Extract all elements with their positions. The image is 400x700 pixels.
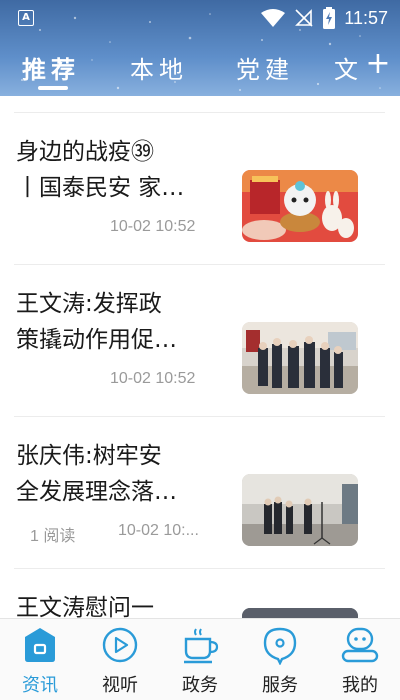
article-reads: 1 阅读 bbox=[30, 528, 76, 545]
article-item[interactable]: 身边的战疫㊴ 丨国泰民安 家… 10-02 10:52 bbox=[0, 112, 400, 262]
nav-services[interactable]: 服务 bbox=[240, 619, 320, 700]
nav-label: 资讯 bbox=[22, 675, 58, 696]
profile-robot-icon bbox=[341, 627, 379, 663]
article-item[interactable]: 张庆伟:树牢安 全发展理念落… 1 阅读 10-02 10:... bbox=[0, 416, 400, 566]
nav-government[interactable]: 政务 bbox=[160, 619, 240, 700]
channel-tabs: 推荐 本地 党建 文 + bbox=[0, 46, 400, 90]
service-bubble-icon bbox=[263, 627, 297, 665]
news-home-icon bbox=[25, 628, 55, 662]
cup-icon bbox=[184, 628, 219, 664]
status-time: 11:57 bbox=[344, 7, 388, 28]
article-title: 王文涛慰问一 bbox=[16, 595, 154, 618]
header: A 11:57 推荐 本地 党建 文 + bbox=[0, 0, 400, 96]
nav-video[interactable]: 视听 bbox=[80, 619, 160, 700]
article-thumbnail bbox=[242, 474, 358, 546]
nav-label: 政务 bbox=[182, 675, 218, 696]
news-feed[interactable]: 身边的战疫㊴ 丨国泰民安 家… 10-02 10:52 王文涛:发挥政 策撬动作… bbox=[0, 96, 400, 618]
tab-local[interactable]: 本地 bbox=[130, 50, 188, 85]
article-thumbnail bbox=[242, 608, 358, 618]
article-date: 10-02 10:52 bbox=[110, 218, 196, 235]
bottom-navigation: 资讯 视听 政务 服务 我的 bbox=[0, 618, 400, 700]
add-channel-button[interactable]: + bbox=[364, 46, 392, 82]
active-tab-indicator bbox=[38, 86, 68, 90]
app-screen: A 11:57 推荐 本地 党建 文 + 身边的战疫㊴ 丨国泰民安 家… 10-… bbox=[0, 0, 400, 700]
article-title: 张庆伟:树牢安 全发展理念落… bbox=[16, 443, 177, 505]
article-date: 10-02 10:52 bbox=[110, 370, 196, 387]
article-item[interactable]: 王文涛慰问一 bbox=[0, 568, 400, 618]
battery-charging-icon bbox=[323, 7, 336, 29]
article-thumbnail bbox=[242, 322, 358, 394]
status-bar: A 11:57 bbox=[0, 0, 400, 36]
tab-culture[interactable]: 文 bbox=[334, 50, 363, 85]
tab-party-building[interactable]: 党建 bbox=[236, 50, 294, 85]
nav-label: 我的 bbox=[342, 675, 378, 696]
app-notification-icon: A bbox=[18, 10, 34, 26]
wifi-icon bbox=[261, 9, 286, 27]
nav-label: 服务 bbox=[262, 675, 298, 696]
article-date: 10-02 10:... bbox=[118, 522, 199, 539]
nav-label: 视听 bbox=[102, 675, 138, 696]
article-thumbnail bbox=[242, 170, 358, 242]
article-title: 王文涛:发挥政 策撬动作用促… bbox=[16, 291, 177, 353]
no-signal-icon bbox=[295, 9, 313, 27]
play-icon bbox=[102, 627, 138, 663]
article-title: 身边的战疫㊴ 丨国泰民安 家… bbox=[16, 139, 185, 201]
article-item[interactable]: 王文涛:发挥政 策撬动作用促… 10-02 10:52 bbox=[0, 264, 400, 414]
nav-profile[interactable]: 我的 bbox=[320, 619, 400, 700]
tab-recommend[interactable]: 推荐 bbox=[22, 50, 80, 85]
nav-news[interactable]: 资讯 bbox=[0, 619, 80, 700]
